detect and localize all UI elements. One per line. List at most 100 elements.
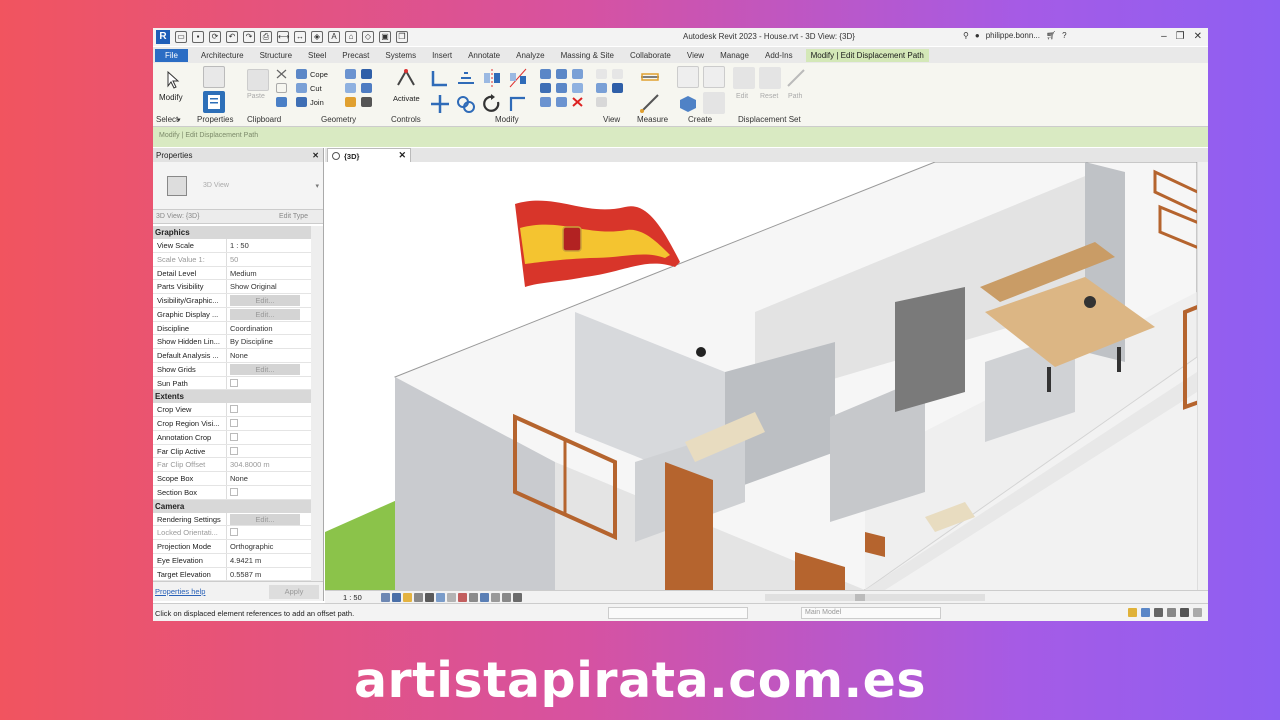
offset-icon[interactable] [455, 67, 477, 89]
crop-view-icon[interactable] [436, 593, 445, 602]
prop-row[interactable]: Parts Visibility Show Original [153, 280, 311, 294]
render-icon[interactable] [425, 593, 434, 602]
prop-value[interactable]: By Discipline [227, 335, 311, 348]
unlocked-view-icon[interactable] [458, 593, 467, 602]
prop-row[interactable]: Show Hidden Lin... By Discipline [153, 335, 311, 349]
sync-icon[interactable]: ⟳ [209, 31, 221, 43]
prop-value[interactable]: 1 : 50 [227, 239, 311, 252]
checkbox[interactable] [230, 487, 238, 496]
paste-label[interactable]: Paste [247, 93, 265, 100]
search-icon[interactable]: ⚲ [963, 31, 969, 40]
prop-row[interactable]: Rendering Settings Edit... [153, 512, 311, 527]
measure-between-icon[interactable] [639, 66, 661, 88]
match-type-icon[interactable] [276, 97, 287, 107]
panel-select[interactable]: Select [156, 115, 178, 124]
tab-annotate[interactable]: Annotate [465, 49, 503, 62]
mirror-axis-icon[interactable] [481, 67, 503, 89]
restore-icon[interactable]: ❐ [1176, 31, 1185, 42]
revit-logo[interactable]: R [156, 30, 170, 44]
chevron-down-icon[interactable]: ▾ [315, 182, 319, 190]
instance-label[interactable]: 3D View: {3D} [156, 213, 199, 220]
tab-analyze[interactable]: Analyze [513, 49, 547, 62]
view-tool-4-icon[interactable] [612, 83, 623, 93]
prop-value[interactable]: Medium [227, 267, 311, 280]
view-scale[interactable]: 1 : 50 [343, 593, 362, 602]
tab-view[interactable]: View [684, 49, 707, 62]
analytical-icon[interactable] [502, 593, 511, 602]
split-icon[interactable] [540, 69, 551, 79]
tab-add-ins[interactable]: Add-Ins [762, 49, 796, 62]
prop-row[interactable]: Locked Orientati... [153, 526, 311, 540]
create-group-icon[interactable] [677, 92, 699, 114]
tab-insert[interactable]: Insert [429, 49, 455, 62]
prop-value[interactable]: None [227, 472, 311, 485]
create-assembly-icon[interactable] [677, 66, 699, 88]
reset-label[interactable]: Reset [760, 93, 778, 100]
house-model-illustration[interactable] [325, 162, 1197, 590]
activate-icon[interactable] [395, 67, 417, 89]
switch-windows-icon[interactable]: ❐ [396, 31, 408, 43]
edit-label[interactable]: Edit [736, 93, 748, 100]
rotate-icon[interactable] [481, 93, 503, 115]
reset-displacement-icon[interactable] [759, 67, 781, 89]
align-icon[interactable] [429, 67, 451, 89]
user-icon[interactable]: ● [975, 31, 980, 40]
horizontal-scrollbar[interactable] [765, 594, 985, 601]
edit-button[interactable]: Edit... [230, 513, 300, 525]
prop-row[interactable]: Far Clip Offset 304.8000 m [153, 458, 311, 472]
prop-row[interactable]: Scale Value 1: 50 [153, 252, 311, 267]
checkbox[interactable] [230, 419, 238, 427]
close-hidden-icon[interactable]: ▣ [379, 31, 391, 43]
cut-label[interactable]: Cut [310, 84, 322, 93]
geometry-tool-4-icon[interactable] [361, 83, 372, 93]
prop-row[interactable]: Eye Elevation 4.9421 m [153, 553, 311, 568]
checkbox[interactable] [230, 446, 238, 455]
prop-row[interactable]: Far Clip Active [153, 444, 311, 459]
edit-button[interactable]: Edit... [230, 308, 300, 320]
cope-icon[interactable] [296, 69, 307, 79]
dimension-icon[interactable]: ↔ [294, 31, 306, 43]
paste-icon[interactable] [247, 69, 269, 91]
extend-icon[interactable] [556, 97, 567, 107]
prop-row[interactable]: Default Analysis ... None [153, 349, 311, 363]
tab-3d-view[interactable]: {3D} ✕ [327, 148, 411, 162]
tag-icon[interactable]: ◈ [311, 31, 323, 43]
copy-element-icon[interactable] [455, 93, 477, 115]
geometry-tool-2-icon[interactable] [361, 69, 372, 79]
path-label[interactable]: Path [788, 93, 802, 100]
prop-row[interactable]: Show Grids Edit... [153, 362, 311, 377]
tab-architecture[interactable]: Architecture [198, 49, 247, 62]
prop-row[interactable]: Scope Box None [153, 472, 311, 486]
pin-icon[interactable] [572, 69, 583, 79]
cut-scissors-icon[interactable] [276, 69, 287, 79]
temporary-hide-icon[interactable] [469, 593, 478, 602]
visual-style-icon[interactable] [392, 593, 401, 602]
reveal-hidden-icon[interactable] [480, 593, 489, 602]
unpin-icon[interactable] [572, 83, 583, 93]
redo-icon[interactable]: ↷ [243, 31, 255, 43]
show-crop-icon[interactable] [447, 593, 456, 602]
prop-row[interactable]: Projection Mode Orthographic [153, 540, 311, 554]
copy-icon[interactable] [276, 83, 287, 93]
cart-icon[interactable]: 🛒︎ [1046, 31, 1056, 40]
prop-value[interactable]: Show Original [227, 280, 311, 293]
minimize-icon[interactable]: – [1161, 31, 1167, 42]
close-icon[interactable]: ✕ [312, 151, 319, 160]
mirror-draw-icon[interactable] [507, 67, 529, 89]
worksharing-icon[interactable] [491, 593, 500, 602]
prop-row[interactable]: Target Elevation 0.5587 m [153, 567, 311, 582]
print-icon[interactable]: ⎙ [260, 31, 272, 43]
prop-row[interactable]: View Scale 1 : 50 [153, 239, 311, 253]
prop-row[interactable]: Visibility/Graphic... Edit... [153, 294, 311, 308]
cut-geometry-icon[interactable] [296, 83, 307, 93]
select-by-face-icon[interactable] [1167, 608, 1176, 617]
delete-icon[interactable] [572, 97, 583, 107]
tab-manage[interactable]: Manage [717, 49, 752, 62]
modify-cursor-icon[interactable] [161, 69, 183, 91]
join-icon[interactable] [296, 97, 307, 107]
prop-value[interactable]: 4.9421 m [227, 554, 311, 567]
edit-displacement-icon[interactable] [733, 67, 755, 89]
select-pinned-icon[interactable] [1154, 608, 1163, 617]
sun-path-icon[interactable] [403, 593, 412, 602]
3d-viewport[interactable] [325, 162, 1197, 590]
